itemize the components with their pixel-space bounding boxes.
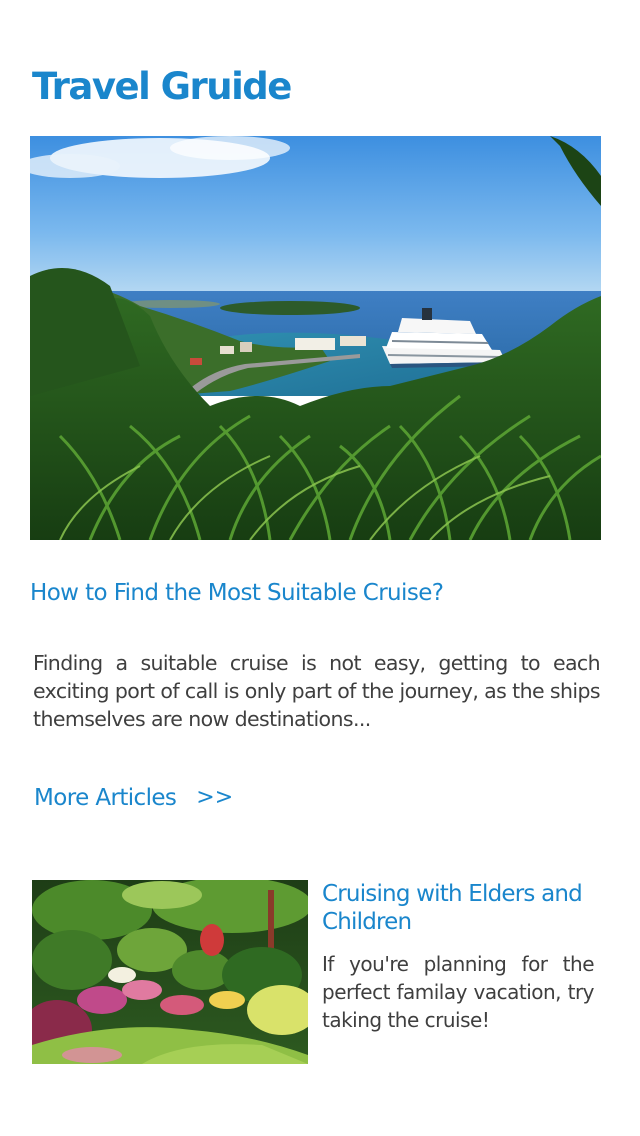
featured-article-excerpt: Finding a suitable cruise is not easy, g… [33, 651, 601, 731]
featured-article-title[interactable]: How to Find the Most Suitable Cruise? [30, 576, 444, 610]
app-title: Travel Gruide [32, 65, 292, 108]
featured-image[interactable] [30, 136, 601, 540]
double-chevron-right-icon: >> [196, 785, 234, 810]
more-articles-label: More Articles [34, 785, 177, 811]
article-thumbnail[interactable] [32, 880, 308, 1064]
article-excerpt: If you're planning for the perfect famil… [322, 952, 595, 1032]
article-title[interactable]: Cruising with Elders and Children [322, 880, 604, 936]
more-articles-link[interactable]: More Articles >> [34, 780, 233, 816]
article-card[interactable]: Cruising with Elders and Children If you… [32, 880, 600, 1066]
